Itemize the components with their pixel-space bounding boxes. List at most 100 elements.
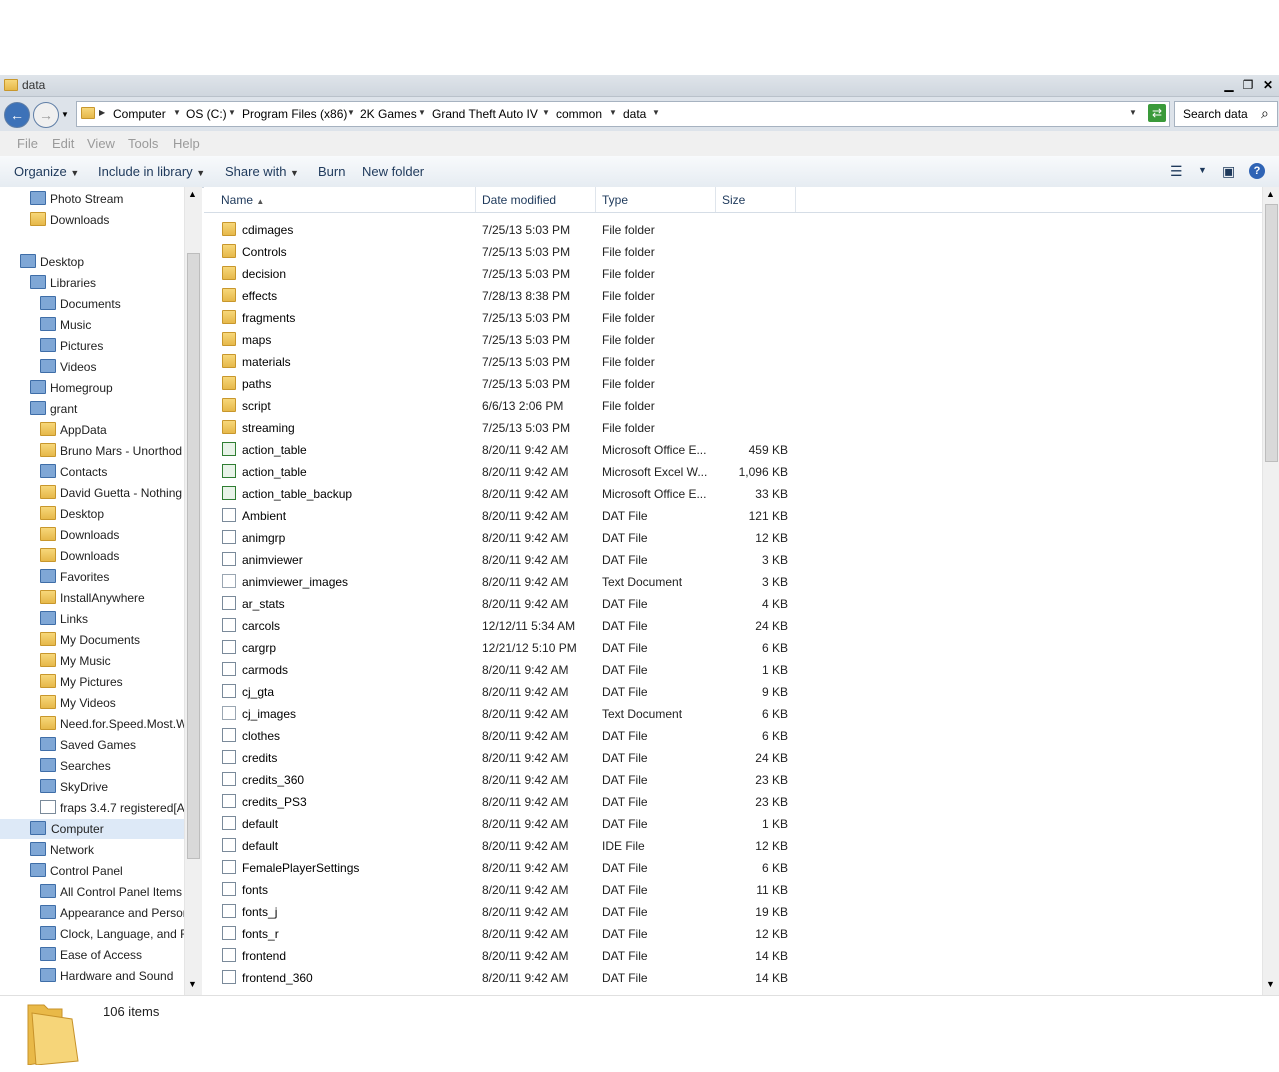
- breadcrumb-arrow-icon[interactable]: ▼: [228, 108, 236, 117]
- file-row[interactable]: streaming 7/25/13 5:03 PM File folder: [220, 416, 1000, 438]
- file-row[interactable]: animviewer 8/20/11 9:42 AM DAT File 3 KB: [220, 548, 1000, 570]
- nav-item-favorites[interactable]: Favorites: [40, 567, 184, 587]
- breadcrumb-data[interactable]: data: [623, 107, 646, 121]
- forward-button[interactable]: →: [33, 102, 59, 128]
- file-row[interactable]: default 8/20/11 9:42 AM DAT File 1 KB: [220, 812, 1000, 834]
- file-row[interactable]: action_table_backup 8/20/11 9:42 AM Micros…: [220, 482, 1000, 504]
- file-row[interactable]: animgrp 8/20/11 9:42 AM DAT File 12 KB: [220, 526, 1000, 548]
- file-row[interactable]: fonts 8/20/11 9:42 AM DAT File 11 KB: [220, 878, 1000, 900]
- breadcrumb-arrow-icon[interactable]: ▼: [652, 108, 660, 117]
- nav-item-skydrive[interactable]: SkyDrive: [40, 777, 184, 797]
- nav-item-ease-of-access[interactable]: Ease of Access: [40, 945, 184, 965]
- menu-help[interactable]: Help: [173, 136, 200, 151]
- file-row[interactable]: ar_stats 8/20/11 9:42 AM DAT File 4 KB: [220, 592, 1000, 614]
- file-row[interactable]: credits_PS3 8/20/11 9:42 AM DAT File 23 KB: [220, 790, 1000, 812]
- scroll-up-arrow-icon[interactable]: ▲: [188, 189, 197, 199]
- nav-item-all-control-panel-items[interactable]: All Control Panel Items: [40, 882, 184, 902]
- file-row[interactable]: action_table 8/20/11 9:42 AM Microsoft Exc…: [220, 460, 1000, 482]
- nav-item-homegroup[interactable]: Homegroup: [30, 378, 184, 398]
- nav-item-bruno-mars-unorthod[interactable]: Bruno Mars - Unorthod: [40, 441, 184, 461]
- file-row[interactable]: effects 7/28/13 8:38 PM File folder: [220, 284, 1000, 306]
- restore-button[interactable]: ❐: [1239, 77, 1257, 93]
- menu-file[interactable]: File: [17, 136, 38, 151]
- breadcrumb-common[interactable]: common: [556, 107, 602, 121]
- nav-item-network[interactable]: Network: [30, 840, 184, 860]
- file-row[interactable]: script 6/6/13 2:06 PM File folder: [220, 394, 1000, 416]
- file-row[interactable]: fonts_r 8/20/11 9:42 AM DAT File 12 KB: [220, 922, 1000, 944]
- refresh-icon[interactable]: ⇄: [1148, 104, 1166, 122]
- nav-item-music[interactable]: Music: [40, 315, 184, 335]
- file-row[interactable]: carcols 12/12/11 5:34 AM DAT File 24 KB: [220, 614, 1000, 636]
- file-row[interactable]: animviewer_images 8/20/11 9:42 AM Text Doc…: [220, 570, 1000, 592]
- search-box[interactable]: Search data ⌕: [1174, 101, 1278, 127]
- menu-edit[interactable]: Edit: [52, 136, 74, 151]
- file-row[interactable]: Controls 7/25/13 5:03 PM File folder: [220, 240, 1000, 262]
- nav-item-clock-language-and-r[interactable]: Clock, Language, and R: [40, 924, 189, 944]
- nav-item-need-for-speed-most-w[interactable]: Need.for.Speed.Most.W: [40, 714, 187, 734]
- file-row[interactable]: cj_images 8/20/11 9:42 AM Text Document 6 K…: [220, 702, 1000, 724]
- menu-view[interactable]: View: [87, 136, 115, 151]
- nav-item-downloads[interactable]: Downloads: [40, 525, 184, 545]
- burn-button[interactable]: Burn: [318, 164, 345, 179]
- minimize-button[interactable]: ▁: [1220, 77, 1238, 93]
- file-row[interactable]: paths 7/25/13 5:03 PM File folder: [220, 372, 1000, 394]
- nav-item-control-panel[interactable]: Control Panel: [30, 861, 184, 881]
- menu-tools[interactable]: Tools: [128, 136, 158, 151]
- close-button[interactable]: ✕: [1259, 77, 1277, 93]
- file-row[interactable]: cj_gta 8/20/11 9:42 AM DAT File 9 KB: [220, 680, 1000, 702]
- nav-item-my-music[interactable]: My Music: [40, 651, 184, 671]
- new-folder-button[interactable]: New folder: [362, 164, 424, 179]
- file-row[interactable]: Ambient 8/20/11 9:42 AM DAT File 121 KB: [220, 504, 1000, 526]
- nav-item-downloads[interactable]: Downloads: [40, 546, 184, 566]
- column-header-type[interactable]: Type: [596, 187, 716, 212]
- file-row[interactable]: frontend_360 8/20/11 9:42 AM DAT File 14 KB: [220, 966, 1000, 988]
- breadcrumb-arrow-icon[interactable]: ▶: [99, 108, 105, 117]
- nav-scroll-thumb[interactable]: [187, 253, 200, 859]
- nav-item-pictures[interactable]: Pictures: [40, 336, 184, 356]
- nav-item-searches[interactable]: Searches: [40, 756, 184, 776]
- scroll-down-arrow-icon[interactable]: ▼: [1266, 979, 1275, 989]
- nav-item-my-pictures[interactable]: My Pictures: [40, 672, 184, 692]
- help-icon[interactable]: ?: [1249, 163, 1265, 179]
- back-button[interactable]: ←: [4, 102, 30, 128]
- nav-item-fraps-3-4-7-registered-a[interactable]: fraps 3.4.7 registered[A: [40, 798, 185, 818]
- breadcrumb-arrow-icon[interactable]: ▼: [418, 108, 426, 117]
- file-row[interactable]: clothes 8/20/11 9:42 AM DAT File 6 KB: [220, 724, 1000, 746]
- nav-item-documents[interactable]: Documents: [40, 294, 184, 314]
- breadcrumb-arrow-icon[interactable]: ▼: [347, 108, 355, 117]
- file-row[interactable]: credits_360 8/20/11 9:42 AM DAT File 23 KB: [220, 768, 1000, 790]
- nav-item-installanywhere[interactable]: InstallAnywhere: [40, 588, 184, 608]
- nav-item-contacts[interactable]: Contacts: [40, 462, 184, 482]
- file-row[interactable]: carmods 8/20/11 9:42 AM DAT File 1 KB: [220, 658, 1000, 680]
- file-row[interactable]: default 8/20/11 9:42 AM IDE File 12 KB: [220, 834, 1000, 856]
- scroll-down-arrow-icon[interactable]: ▼: [188, 979, 197, 989]
- nav-item-grant[interactable]: grant: [30, 399, 184, 419]
- nav-item-my-videos[interactable]: My Videos: [40, 693, 184, 713]
- breadcrumb-2k-games[interactable]: 2K Games: [360, 107, 417, 121]
- column-header-date[interactable]: Date modified: [476, 187, 596, 212]
- search-icon[interactable]: ⌕: [1261, 105, 1269, 122]
- address-history-chevron-icon[interactable]: ▼: [1129, 108, 1137, 117]
- file-row[interactable]: frontend 8/20/11 9:42 AM DAT File 14 KB: [220, 944, 1000, 966]
- file-row[interactable]: materials 7/25/13 5:03 PM File folder: [220, 350, 1000, 372]
- file-row[interactable]: action_table 8/20/11 9:42 AM Microsoft Off…: [220, 438, 1000, 460]
- organize-button[interactable]: Organize ▼: [14, 164, 79, 179]
- nav-scrollbar[interactable]: ▲ ▼: [184, 187, 202, 995]
- file-row[interactable]: maps 7/25/13 5:03 PM File folder: [220, 328, 1000, 350]
- file-row[interactable]: credits 8/20/11 9:42 AM DAT File 24 KB: [220, 746, 1000, 768]
- breadcrumb-arrow-icon[interactable]: ▼: [609, 108, 617, 117]
- nav-item-links[interactable]: Links: [40, 609, 184, 629]
- breadcrumb-arrow-icon[interactable]: ▼: [173, 108, 181, 117]
- file-row[interactable]: FemalePlayerSettings 8/20/11 9:42 AM DAT F…: [220, 856, 1000, 878]
- search-input[interactable]: Search data: [1183, 107, 1248, 121]
- file-row[interactable]: fonts_j 8/20/11 9:42 AM DAT File 19 KB: [220, 900, 1000, 922]
- nav-item-libraries[interactable]: Libraries: [30, 273, 184, 293]
- include-in-library-button[interactable]: Include in library ▼: [98, 164, 205, 179]
- recent-pages-chevron-icon[interactable]: ▼: [61, 110, 69, 119]
- nav-item-my-documents[interactable]: My Documents: [40, 630, 184, 650]
- file-scrollbar[interactable]: ▲ ▼: [1262, 187, 1279, 995]
- view-options-icon[interactable]: ☰: [1170, 163, 1183, 180]
- file-row[interactable]: cargrp 12/21/12 5:10 PM DAT File 6 KB: [220, 636, 1000, 658]
- nav-item-videos[interactable]: Videos: [40, 357, 184, 377]
- column-header-name[interactable]: Name ▲: [214, 187, 476, 212]
